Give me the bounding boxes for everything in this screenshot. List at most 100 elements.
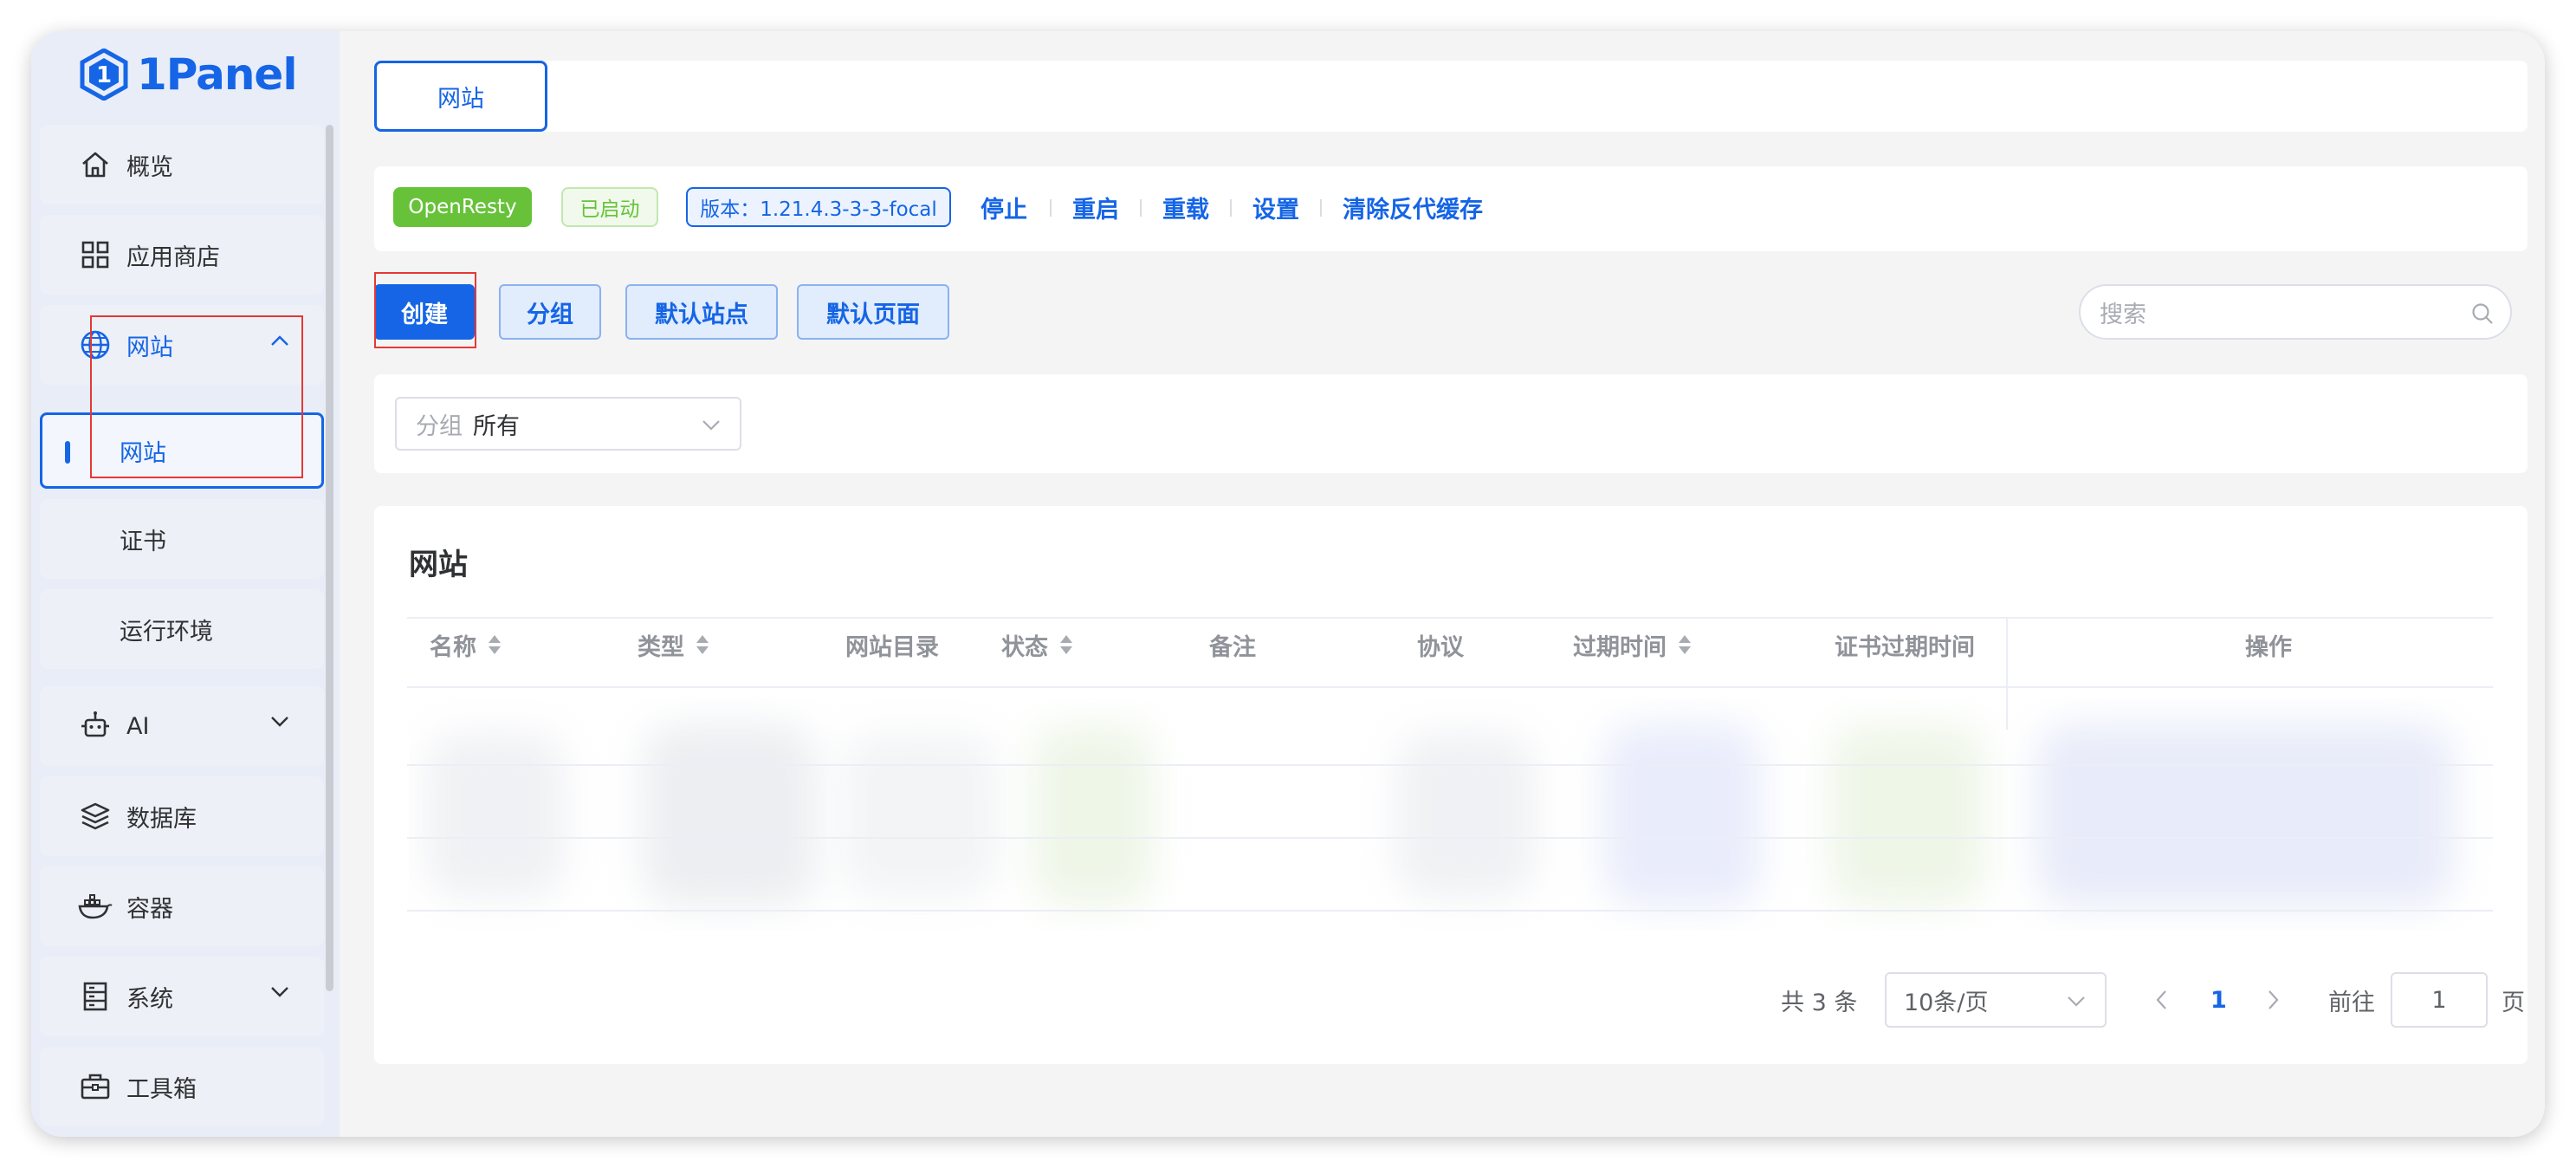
brand-logo[interactable]: 1 1Panel — [80, 42, 297, 107]
app-name-tag: OpenResty — [393, 187, 532, 227]
blurred-cell — [426, 733, 565, 898]
column-header-name[interactable]: 名称 — [430, 620, 502, 669]
search-input[interactable]: 搜索 — [2079, 284, 2512, 340]
blurred-cell — [1604, 724, 1760, 906]
divider — [1140, 199, 1142, 217]
sidebar-item-containers[interactable]: 容器 — [40, 866, 324, 946]
goto-label: 前往 — [2328, 989, 2375, 1016]
column-header-label: 协议 — [1417, 633, 1464, 661]
version-tag: 版本：1.21.4.3-3-3-focal — [686, 187, 951, 227]
search-placeholder: 搜索 — [2100, 301, 2146, 328]
apps-grid-icon — [78, 237, 113, 272]
next-page-icon[interactable] — [2268, 990, 2280, 1010]
column-header-label: 操作 — [2245, 633, 2292, 661]
column-header-protocol: 协议 — [1417, 620, 1464, 669]
table-row-divider — [407, 764, 2493, 766]
sidebar-item-overview[interactable]: 概览 — [40, 125, 324, 204]
blurred-cell — [643, 724, 816, 906]
column-header-expiry[interactable]: 过期时间 — [1573, 620, 1693, 669]
current-page-number[interactable]: 1 — [2210, 972, 2227, 1028]
sort-icon[interactable] — [487, 633, 502, 656]
tab-websites[interactable]: 网站 — [374, 61, 547, 132]
pagination-total: 共 3 条 — [1781, 989, 1858, 1016]
chevron-down-icon — [271, 987, 288, 997]
reload-button[interactable]: 重载 — [1162, 187, 1209, 227]
sidebar-scrollbar[interactable] — [326, 125, 333, 991]
home-icon — [78, 147, 113, 182]
stop-button[interactable]: 停止 — [981, 187, 1027, 227]
annotation-highlight-box — [374, 272, 476, 348]
app-window: 1 1Panel 概览 应用商店 网站 网站 证书 运行环境 AI 数据库 容器… — [31, 31, 2545, 1137]
column-header-label: 证书过期时间 — [1835, 633, 1975, 661]
divider — [1320, 199, 1322, 217]
sidebar: 1 1Panel 概览 应用商店 网站 网站 证书 运行环境 AI 数据库 容器… — [31, 31, 340, 1137]
page-size-value: 10条/页 — [1904, 989, 1989, 1016]
column-header-type[interactable]: 类型 — [638, 620, 710, 669]
chevron-down-icon — [2068, 996, 2085, 1007]
search-icon — [2472, 303, 2493, 324]
prev-page-icon[interactable] — [2155, 990, 2167, 1010]
blurred-cell — [1396, 733, 1535, 898]
sort-icon[interactable] — [1677, 633, 1693, 656]
sidebar-item-app-store[interactable]: 应用商店 — [40, 215, 324, 295]
chevron-down-icon — [271, 717, 288, 727]
sidebar-item-label: 应用商店 — [126, 243, 220, 271]
table-header-top-border — [407, 617, 2493, 619]
group-filter-value: 所有 — [473, 412, 520, 440]
column-header-actions: 操作 — [2245, 620, 2292, 669]
column-header-label: 备注 — [1209, 633, 1256, 661]
group-filter-select[interactable]: 分组 所有 — [395, 397, 741, 451]
column-header-status[interactable]: 状态 — [1001, 620, 1074, 669]
column-header-cert-expiry: 证书过期时间 — [1835, 620, 2006, 669]
sidebar-item-label: AI — [126, 712, 150, 740]
sidebar-item-label: 概览 — [126, 153, 173, 181]
column-header-label: 名称 — [430, 633, 476, 661]
sidebar-item-database[interactable]: 数据库 — [40, 776, 324, 856]
restart-button[interactable]: 重启 — [1072, 187, 1119, 227]
table-header-bottom-border — [407, 686, 2493, 688]
sidebar-item-label: 容器 — [126, 895, 173, 923]
column-header-remark: 备注 — [1209, 620, 1256, 669]
default-page-button[interactable]: 默认页面 — [797, 284, 949, 340]
default-site-button[interactable]: 默认站点 — [625, 284, 778, 340]
sidebar-subitem-runtime[interactable]: 运行环境 — [40, 589, 324, 669]
sidebar-item-label: 数据库 — [126, 805, 197, 833]
column-header-label: 网站目录 — [845, 633, 939, 661]
sidebar-item-toolbox[interactable]: 工具箱 — [40, 1047, 324, 1126]
column-header-directory: 网站目录 — [845, 620, 939, 669]
tab-bar — [374, 61, 2527, 132]
docker-icon — [78, 889, 113, 924]
blurred-cell — [2037, 724, 2453, 906]
blurred-cell — [1032, 724, 1154, 906]
robot-icon — [78, 709, 113, 743]
sort-icon[interactable] — [1058, 633, 1074, 656]
annotation-highlight-box — [90, 315, 303, 478]
page-size-select[interactable]: 10条/页 — [1885, 972, 2107, 1028]
page-suffix-label: 页 — [2502, 989, 2525, 1016]
blurred-cell — [842, 733, 998, 898]
divider — [1230, 199, 1232, 217]
sidebar-item-system[interactable]: 系统 — [40, 957, 324, 1036]
table-row-divider — [407, 837, 2493, 839]
blurred-cell — [1829, 724, 1985, 906]
table-row-divider — [407, 910, 2493, 912]
toolbox-icon — [78, 1069, 113, 1104]
sidebar-item-label: 工具箱 — [126, 1075, 197, 1103]
running-status-tag: 已启动 — [561, 187, 658, 227]
clear-proxy-cache-button[interactable]: 清除反代缓存 — [1343, 187, 1483, 227]
goto-page-value: 1 — [2431, 986, 2447, 1014]
active-indicator — [65, 441, 70, 464]
group-button[interactable]: 分组 — [499, 284, 601, 340]
server-icon — [78, 979, 113, 1014]
sidebar-subitem-label: 运行环境 — [120, 618, 213, 646]
svg-text:1: 1 — [96, 62, 112, 88]
table-title: 网站 — [409, 548, 468, 582]
sort-icon[interactable] — [695, 633, 710, 656]
column-header-label: 类型 — [638, 633, 684, 661]
table-body-blurred — [409, 698, 2493, 931]
sidebar-subitem-certificates[interactable]: 证书 — [40, 499, 324, 579]
goto-page-input[interactable]: 1 — [2391, 972, 2488, 1028]
1panel-logo-icon: 1 — [80, 49, 128, 101]
settings-button[interactable]: 设置 — [1252, 187, 1299, 227]
sidebar-item-ai[interactable]: AI — [40, 686, 324, 766]
